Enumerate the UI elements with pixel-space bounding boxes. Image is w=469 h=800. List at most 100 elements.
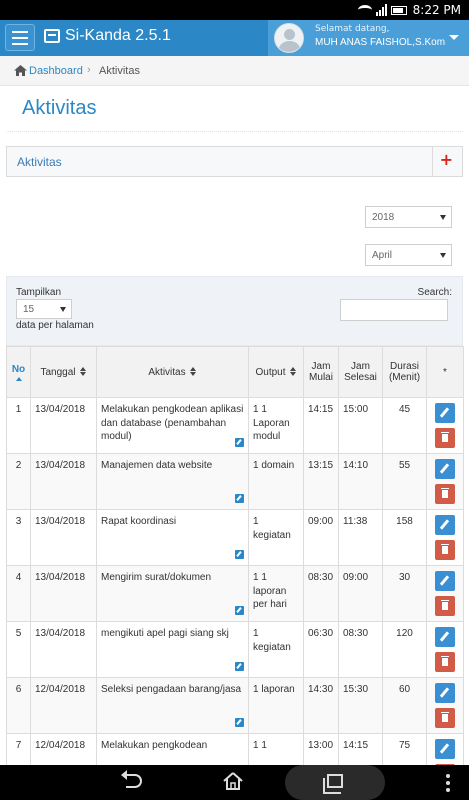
- cell-output: 1 1 laporan per hari: [248, 565, 304, 622]
- column-header-jam-selesai[interactable]: Jam Selesai: [338, 346, 383, 398]
- home-nav-icon[interactable]: [223, 772, 243, 790]
- edit-pencil-icon[interactable]: [235, 718, 244, 727]
- column-header-durasi[interactable]: Durasi (Menit): [382, 346, 427, 398]
- plus-icon[interactable]: +: [440, 150, 453, 169]
- cell-no: 2: [6, 453, 31, 510]
- table-row: 1 13/04/2018 Melakukan pengkodean aplikasi…: [6, 397, 464, 454]
- edit-button[interactable]: [435, 515, 455, 535]
- app-title: Si-Kanda 2.5.1: [65, 27, 171, 44]
- back-icon[interactable]: [121, 770, 142, 788]
- cell-aktivitas: Melakukan pengkodean aplikasi dan databa…: [96, 397, 249, 454]
- column-header-no[interactable]: No: [6, 346, 31, 398]
- delete-button[interactable]: [435, 652, 455, 672]
- cell-tanggal: 13/04/2018: [30, 397, 97, 454]
- edit-button[interactable]: [435, 627, 455, 647]
- cell-durasi: 60: [382, 677, 427, 734]
- table-header-row: No Tanggal Aktivitas Output Jam Mulai Ja…: [6, 346, 464, 398]
- edit-button[interactable]: [435, 739, 455, 759]
- edit-button[interactable]: [435, 459, 455, 479]
- cell-actions: [426, 565, 464, 622]
- cell-tanggal: 13/04/2018: [30, 453, 97, 510]
- table-row: 6 12/04/2018 Seleksi pengadaan barang/jasa…: [6, 677, 464, 734]
- cell-tanggal: 13/04/2018: [30, 621, 97, 678]
- status-time: 8:22 PM: [412, 3, 461, 17]
- cell-output: 1 domain: [248, 453, 304, 510]
- edit-pencil-icon[interactable]: [235, 438, 244, 447]
- column-header-aktivitas[interactable]: Aktivitas: [96, 346, 249, 398]
- caret-down-icon: [449, 35, 459, 40]
- datatable-controls: Tampilkan 15 data per halaman Search:: [6, 276, 463, 346]
- cell-jam-mulai: 14:30: [303, 677, 339, 734]
- length-label: Tampilkan: [16, 287, 62, 298]
- cell-actions: [426, 677, 464, 734]
- cell-jam-mulai: 14:15: [303, 397, 339, 454]
- table-row: 5 13/04/2018 mengikuti apel pagi siang skj…: [6, 621, 464, 678]
- cell-actions: [426, 397, 464, 454]
- cell-jam-selesai: 11:38: [338, 509, 383, 566]
- month-select[interactable]: April: [365, 244, 452, 266]
- cell-output: 1 kegiatan: [248, 621, 304, 678]
- user-menu[interactable]: Selamat datang, MUH ANAS FAISHOL,S.Kom: [268, 20, 469, 56]
- sort-icon: [289, 367, 297, 377]
- user-name: MUH ANAS FAISHOL,S.Kom: [315, 37, 446, 48]
- more-options-icon[interactable]: [446, 774, 450, 792]
- cell-durasi: 55: [382, 453, 427, 510]
- cell-jam-mulai: 09:00: [303, 509, 339, 566]
- length-suffix: data per halaman: [16, 320, 94, 331]
- cell-durasi: 120: [382, 621, 427, 678]
- delete-button[interactable]: [435, 540, 455, 560]
- recent-apps-icon: [323, 774, 343, 794]
- delete-button[interactable]: [435, 708, 455, 728]
- caret-down-icon: [440, 253, 446, 258]
- cell-output: 1 1 Laporan modul: [248, 397, 304, 454]
- cell-aktivitas: mengikuti apel pagi siang skj: [96, 621, 249, 678]
- cell-jam-mulai: 06:30: [303, 621, 339, 678]
- page-length-select[interactable]: 15: [16, 299, 72, 319]
- edit-pencil-icon[interactable]: [235, 494, 244, 503]
- cell-jam-mulai: 08:30: [303, 565, 339, 622]
- avatar: [274, 23, 304, 53]
- delete-button[interactable]: [435, 596, 455, 616]
- table-row: 4 13/04/2018 Mengirim surat/dokumen 1 1 lap…: [6, 565, 464, 622]
- year-select[interactable]: 2018: [365, 206, 452, 228]
- cell-jam-selesai: 09:00: [338, 565, 383, 622]
- sort-icon: [79, 367, 87, 377]
- column-header-actions[interactable]: *: [426, 346, 464, 398]
- cell-output: 1 laporan: [248, 677, 304, 734]
- battery-icon: [391, 5, 407, 15]
- delete-button[interactable]: [435, 484, 455, 504]
- breadcrumb-dashboard-link[interactable]: Dashboard: [29, 65, 83, 77]
- delete-button[interactable]: [435, 428, 455, 448]
- edit-pencil-icon[interactable]: [235, 550, 244, 559]
- cell-aktivitas: Rapat koordinasi: [96, 509, 249, 566]
- menu-toggle-button[interactable]: [5, 24, 35, 51]
- cell-durasi: 30: [382, 565, 427, 622]
- cell-no: 1: [6, 397, 31, 454]
- edit-button[interactable]: [435, 683, 455, 703]
- cell-no: 4: [6, 565, 31, 622]
- cell-jam-selesai: 08:30: [338, 621, 383, 678]
- column-header-tanggal[interactable]: Tanggal: [30, 346, 97, 398]
- cell-no: 5: [6, 621, 31, 678]
- sort-icon: [189, 367, 197, 377]
- edit-button[interactable]: [435, 571, 455, 591]
- column-header-jam-mulai[interactable]: Jam Mulai: [303, 346, 339, 398]
- cell-actions: [426, 453, 464, 510]
- page-title: Aktivitas: [22, 97, 97, 119]
- sort-asc-icon: [15, 376, 22, 381]
- cell-jam-mulai: 13:15: [303, 453, 339, 510]
- app-brand[interactable]: Si-Kanda 2.5.1: [44, 27, 171, 45]
- edit-pencil-icon[interactable]: [235, 606, 244, 615]
- edit-pencil-icon[interactable]: [235, 662, 244, 671]
- system-nav-bar: [0, 765, 469, 800]
- home-icon: [14, 65, 27, 76]
- search-input[interactable]: [340, 299, 448, 321]
- cell-no: 3: [6, 509, 31, 566]
- aktivitas-widget-header: Aktivitas +: [6, 146, 463, 177]
- caret-down-icon: [440, 215, 446, 220]
- signal-icon: [376, 4, 387, 16]
- cell-jam-selesai: 14:10: [338, 453, 383, 510]
- aktivitas-table: No Tanggal Aktivitas Output Jam Mulai Ja…: [6, 346, 464, 790]
- column-header-output[interactable]: Output: [248, 346, 304, 398]
- edit-button[interactable]: [435, 403, 455, 423]
